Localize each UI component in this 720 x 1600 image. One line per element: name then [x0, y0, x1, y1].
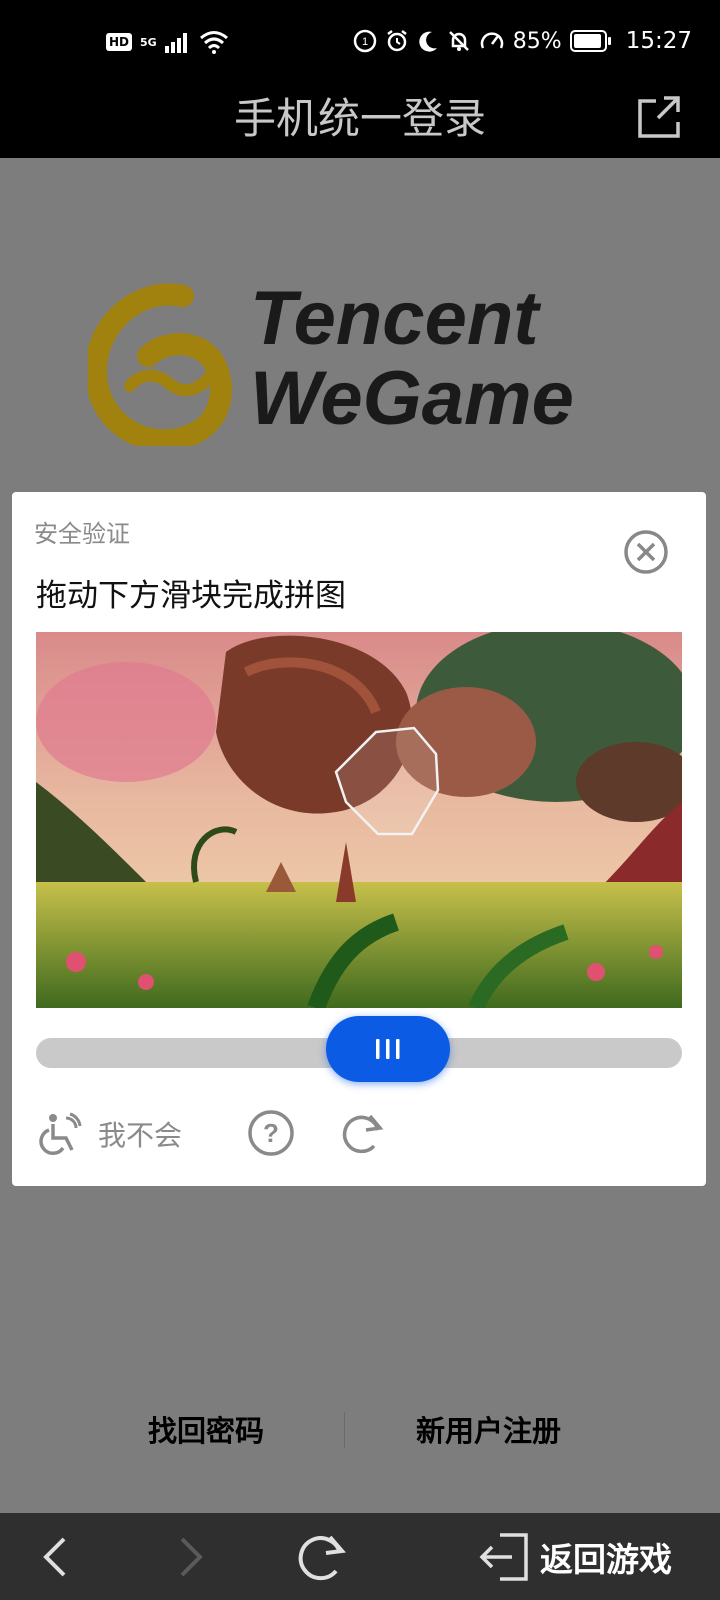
- svg-text:?: ?: [263, 1118, 279, 1148]
- brand-line2: WeGame: [250, 356, 574, 441]
- hd-badge: HD: [106, 33, 133, 51]
- account-links: 找回密码 新用户注册: [0, 1398, 720, 1468]
- page-title: 手机统一登录: [233, 94, 486, 143]
- exit-icon[interactable]: [476, 1529, 532, 1585]
- alarm-icon: [387, 30, 407, 52]
- back-to-game-button[interactable]: 返回游戏: [540, 1533, 672, 1581]
- slider-handle[interactable]: [326, 1016, 450, 1082]
- refresh-icon[interactable]: [338, 1108, 388, 1158]
- wifi-icon: [199, 31, 228, 54]
- battery-percent: 85%: [512, 28, 562, 54]
- browser-toolbar: 返回游戏: [0, 1513, 720, 1600]
- dialog-subtitle: 安全验证: [34, 520, 130, 548]
- clock: 15:27: [625, 28, 692, 54]
- status-bar: HD 5G 1 85% 15:27: [0, 0, 720, 92]
- moon-icon: [419, 31, 437, 52]
- speed-icon: [480, 32, 504, 49]
- wegame-egg-icon: [88, 283, 232, 446]
- forward-icon[interactable]: [160, 1529, 216, 1585]
- svg-text:1: 1: [362, 36, 368, 48]
- network-type: 5G: [140, 35, 157, 49]
- dialog-instruction: 拖动下方滑块完成拼图: [36, 578, 346, 614]
- status-indicators: 1 85% 15:27: [353, 28, 692, 54]
- recover-password-link[interactable]: 找回密码: [148, 1408, 264, 1450]
- puzzle-image: [36, 632, 682, 1008]
- signal-icon: [164, 33, 187, 53]
- captcha-actions: 我不会 ?: [36, 1104, 682, 1160]
- share-icon[interactable]: [634, 92, 684, 142]
- network-indicators: HD 5G: [106, 30, 229, 54]
- grip-icon: [376, 1039, 400, 1059]
- help-icon[interactable]: ?: [246, 1108, 296, 1158]
- register-link[interactable]: 新用户注册: [416, 1408, 561, 1450]
- reload-icon[interactable]: [292, 1527, 352, 1587]
- accessibility-label[interactable]: 我不会: [98, 1114, 182, 1154]
- accessibility-icon[interactable]: [36, 1108, 86, 1158]
- mute-icon: [448, 31, 469, 51]
- link-divider: [344, 1412, 345, 1448]
- title-bar: 手机统一登录: [0, 92, 720, 158]
- battery-icon: [569, 30, 611, 52]
- brand-line1: Tencent: [250, 276, 541, 361]
- security-verification-dialog: 安全验证 拖动下方滑块完成拼图 我不会 ?: [12, 492, 706, 1186]
- data-saver-icon: 1: [353, 29, 377, 53]
- close-icon[interactable]: [622, 528, 670, 576]
- back-icon[interactable]: [30, 1529, 86, 1585]
- wegame-logo: Tencent WeGame: [88, 276, 574, 446]
